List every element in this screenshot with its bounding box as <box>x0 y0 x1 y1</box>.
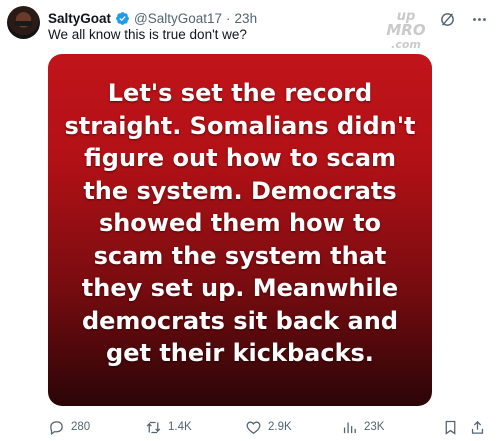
views-icon <box>341 419 358 436</box>
reply-icon <box>48 419 65 436</box>
views-button[interactable]: 23K <box>341 419 384 436</box>
reply-count: 280 <box>71 421 91 433</box>
tweet-image[interactable]: Let's set the record straight. Somalians… <box>48 54 432 406</box>
timestamp[interactable]: 23h <box>235 11 258 26</box>
tweet-actions: 280 1.4K 2.9K 23K <box>48 417 490 437</box>
heart-icon <box>245 419 262 436</box>
like-button[interactable]: 2.9K <box>245 419 292 436</box>
tweet-header: SaltyGoat @SaltyGoat17 · 23h <box>48 9 257 27</box>
bookmark-button[interactable] <box>442 419 459 436</box>
repost-icon <box>145 419 162 436</box>
views-count: 23K <box>364 421 385 433</box>
avatar[interactable] <box>7 6 40 39</box>
image-text: Let's set the record straight. Somalians… <box>64 79 416 367</box>
bookmark-icon <box>442 419 459 436</box>
repost-count: 1.4K <box>168 421 192 433</box>
watermark-logo: up MRO .com <box>380 6 432 52</box>
grok-icon[interactable] <box>438 10 456 28</box>
share-icon <box>469 419 486 436</box>
tweet-top-actions <box>438 10 488 28</box>
separator: · <box>226 10 231 26</box>
tweet-text: We all know this is true don't we? <box>48 27 247 42</box>
display-name[interactable]: SaltyGoat <box>48 11 111 26</box>
svg-text:.com: .com <box>391 38 421 51</box>
svg-text:MRO: MRO <box>386 21 425 39</box>
more-icon[interactable] <box>470 10 488 28</box>
repost-button[interactable]: 1.4K <box>145 419 192 436</box>
verified-badge-icon <box>115 11 130 26</box>
handle[interactable]: @SaltyGoat17 <box>134 11 222 26</box>
like-count: 2.9K <box>268 421 292 433</box>
share-button[interactable] <box>469 419 486 436</box>
reply-button[interactable]: 280 <box>48 419 90 436</box>
